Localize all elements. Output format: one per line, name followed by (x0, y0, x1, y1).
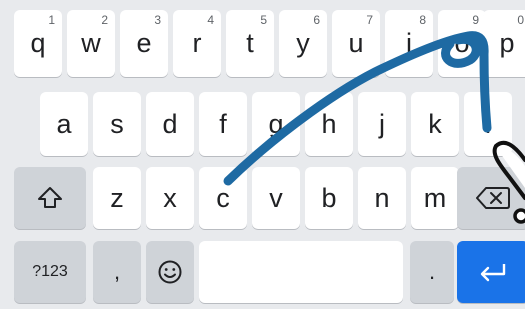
key-label: o (454, 28, 470, 58)
key-label: z (110, 182, 124, 213)
key-label: j (379, 108, 385, 139)
key-hint: 5 (260, 13, 267, 27)
period-key[interactable]: . (410, 241, 454, 303)
key-v[interactable]: v (252, 167, 300, 229)
key-label: e (136, 28, 152, 58)
enter-key[interactable] (457, 241, 525, 303)
key-y[interactable]: 6 y (279, 10, 327, 77)
symbols-key[interactable]: ?123 (14, 241, 86, 303)
shift-arrow-icon (38, 187, 62, 208)
key-g[interactable]: g (252, 92, 300, 156)
key-label: m (423, 182, 447, 213)
key-label: n (374, 182, 390, 213)
key-d[interactable]: d (146, 92, 194, 156)
key-label: p (499, 28, 515, 58)
emoji-key[interactable] (146, 241, 194, 303)
key-label: w (81, 28, 101, 58)
key-label: u (348, 28, 364, 58)
key-label: b (321, 182, 337, 213)
key-label: . (428, 259, 436, 284)
key-label: g (268, 108, 284, 139)
key-label: y (296, 28, 310, 58)
key-hint: 2 (101, 13, 108, 27)
backspace-key[interactable] (457, 167, 525, 229)
key-hint: 8 (419, 13, 426, 27)
key-c[interactable]: c (199, 167, 247, 229)
key-s[interactable]: s (93, 92, 141, 156)
key-z[interactable]: z (93, 167, 141, 229)
enter-return-icon (480, 264, 506, 282)
key-t[interactable]: 5 t (226, 10, 274, 77)
key-h[interactable]: h (305, 92, 353, 156)
key-o[interactable]: 9 o (438, 10, 486, 77)
backspace-icon (476, 187, 510, 209)
key-k[interactable]: k (411, 92, 459, 156)
key-label: v (269, 182, 283, 213)
key-a[interactable]: a (40, 92, 88, 156)
key-m[interactable]: m (411, 167, 459, 229)
key-q[interactable]: 1 q (14, 10, 62, 77)
key-hint: 0 (517, 13, 524, 27)
key-r[interactable]: 4 r (173, 10, 221, 77)
key-label: k (428, 108, 442, 139)
comma-key[interactable]: , (93, 241, 141, 303)
key-l[interactable]: l (464, 92, 512, 156)
key-label: a (56, 108, 72, 139)
key-label: i (406, 28, 412, 58)
key-hint: 7 (366, 13, 373, 27)
key-w[interactable]: 2 w (67, 10, 115, 77)
space-bar[interactable] (199, 241, 403, 303)
key-b[interactable]: b (305, 167, 353, 229)
key-label: x (163, 182, 177, 213)
key-x[interactable]: x (146, 167, 194, 229)
key-label: h (321, 108, 337, 139)
key-hint: 6 (313, 13, 320, 27)
key-p[interactable]: 0 p (483, 10, 525, 77)
key-n[interactable]: n (358, 167, 406, 229)
key-hint: 4 (207, 13, 214, 27)
key-e[interactable]: 3 e (120, 10, 168, 77)
key-f[interactable]: f (199, 92, 247, 156)
key-label: q (30, 28, 46, 58)
key-u[interactable]: 7 u (332, 10, 380, 77)
key-hint: 1 (48, 13, 55, 27)
key-label: l (485, 108, 491, 139)
key-hint: 9 (472, 13, 479, 27)
key-i[interactable]: 8 i (385, 10, 433, 77)
gboard-keyboard: 1 q 2 w 3 e 4 r 5 t 6 y 7 u 8 i 9 o 0 p … (0, 0, 525, 309)
key-label: c (216, 182, 230, 213)
key-label: r (192, 28, 202, 58)
key-label: s (110, 108, 124, 139)
key-label: t (246, 28, 254, 58)
key-label: , (113, 259, 121, 284)
key-label: f (219, 108, 227, 139)
emoji-smiley-icon (158, 260, 182, 284)
key-label: ?123 (32, 263, 68, 280)
key-label: d (162, 108, 178, 139)
key-hint: 3 (154, 13, 161, 27)
key-j[interactable]: j (358, 92, 406, 156)
shift-key[interactable] (14, 167, 86, 229)
